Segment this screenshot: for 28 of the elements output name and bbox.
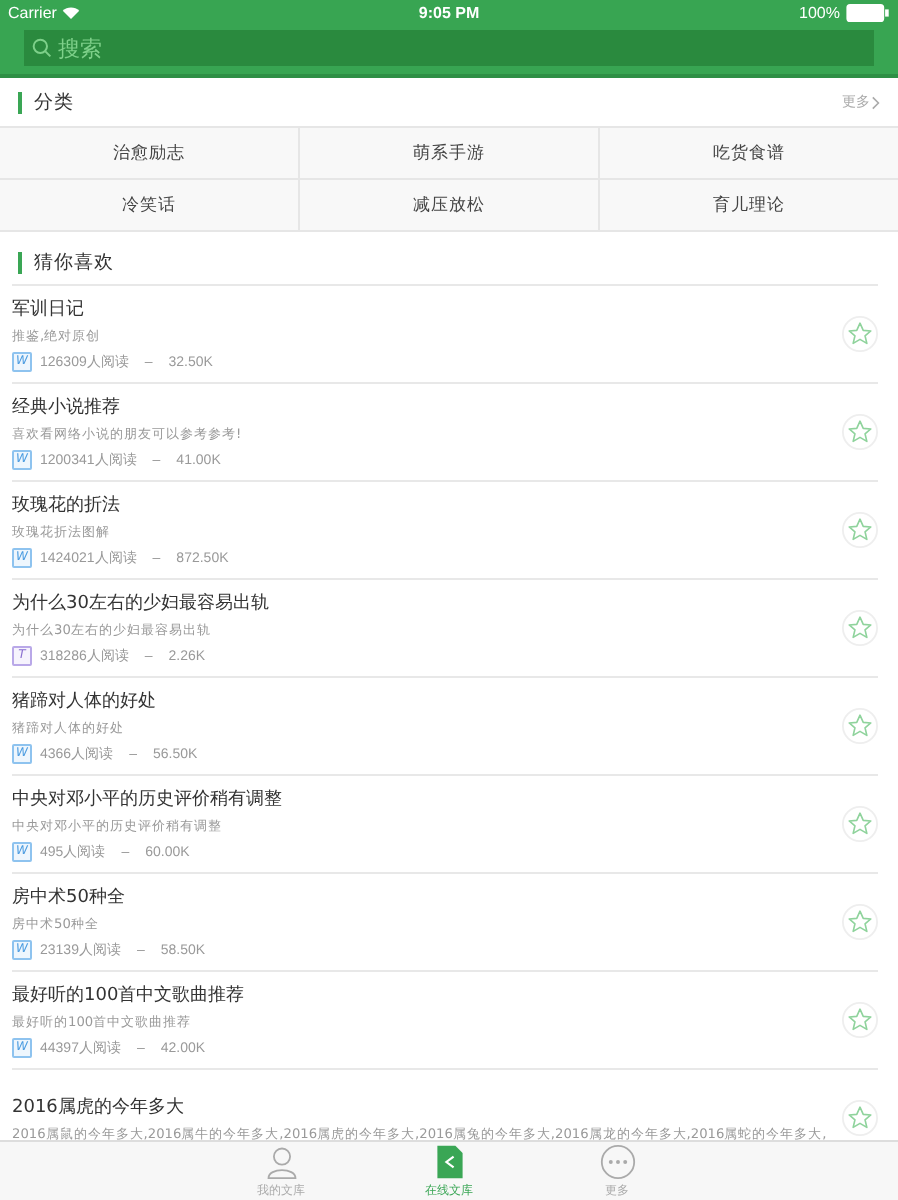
section-title: 分类 — [34, 89, 76, 115]
item-title: 房中术50种全 — [12, 885, 127, 910]
clock-time: 9:05 PM — [418, 4, 480, 22]
battery-icon — [845, 4, 890, 22]
wifi-icon — [62, 6, 81, 20]
item-title: 最好听的100首中文歌曲推荐 — [12, 983, 247, 1008]
section-marker — [18, 91, 22, 113]
category-button[interactable]: 减压放松 — [300, 180, 598, 230]
item-title: 军训日记 — [12, 297, 86, 322]
category-button[interactable]: 育儿理论 — [600, 180, 898, 230]
category-button[interactable]: 治愈励志 — [0, 128, 298, 178]
item-title: 为什么30左右的少妇最容易出轨 — [12, 591, 271, 616]
carrier-label: Carrier — [8, 4, 57, 22]
section-marker — [18, 251, 22, 273]
item-title: 中央对邓小平的历史评价稍有调整 — [12, 787, 284, 812]
person-icon — [263, 1143, 299, 1179]
item-title: 猪蹄对人体的好处 — [12, 689, 158, 714]
category-button[interactable]: 吃货食谱 — [600, 128, 898, 178]
battery-percent: 100% — [799, 4, 840, 22]
category-button[interactable]: 冷笑话 — [0, 180, 298, 230]
section-title: 猜你喜欢 — [34, 249, 116, 275]
item-title: 玫瑰花的折法 — [12, 493, 122, 518]
item-title: 2016属虎的今年多大 — [12, 1095, 186, 1119]
more-icon — [599, 1143, 635, 1179]
item-title: 经典小说推荐 — [12, 395, 122, 420]
search-field[interactable]: 搜索 — [24, 30, 874, 66]
category-button[interactable]: 萌系手游 — [300, 128, 598, 178]
chevron-right-icon — [872, 95, 880, 109]
